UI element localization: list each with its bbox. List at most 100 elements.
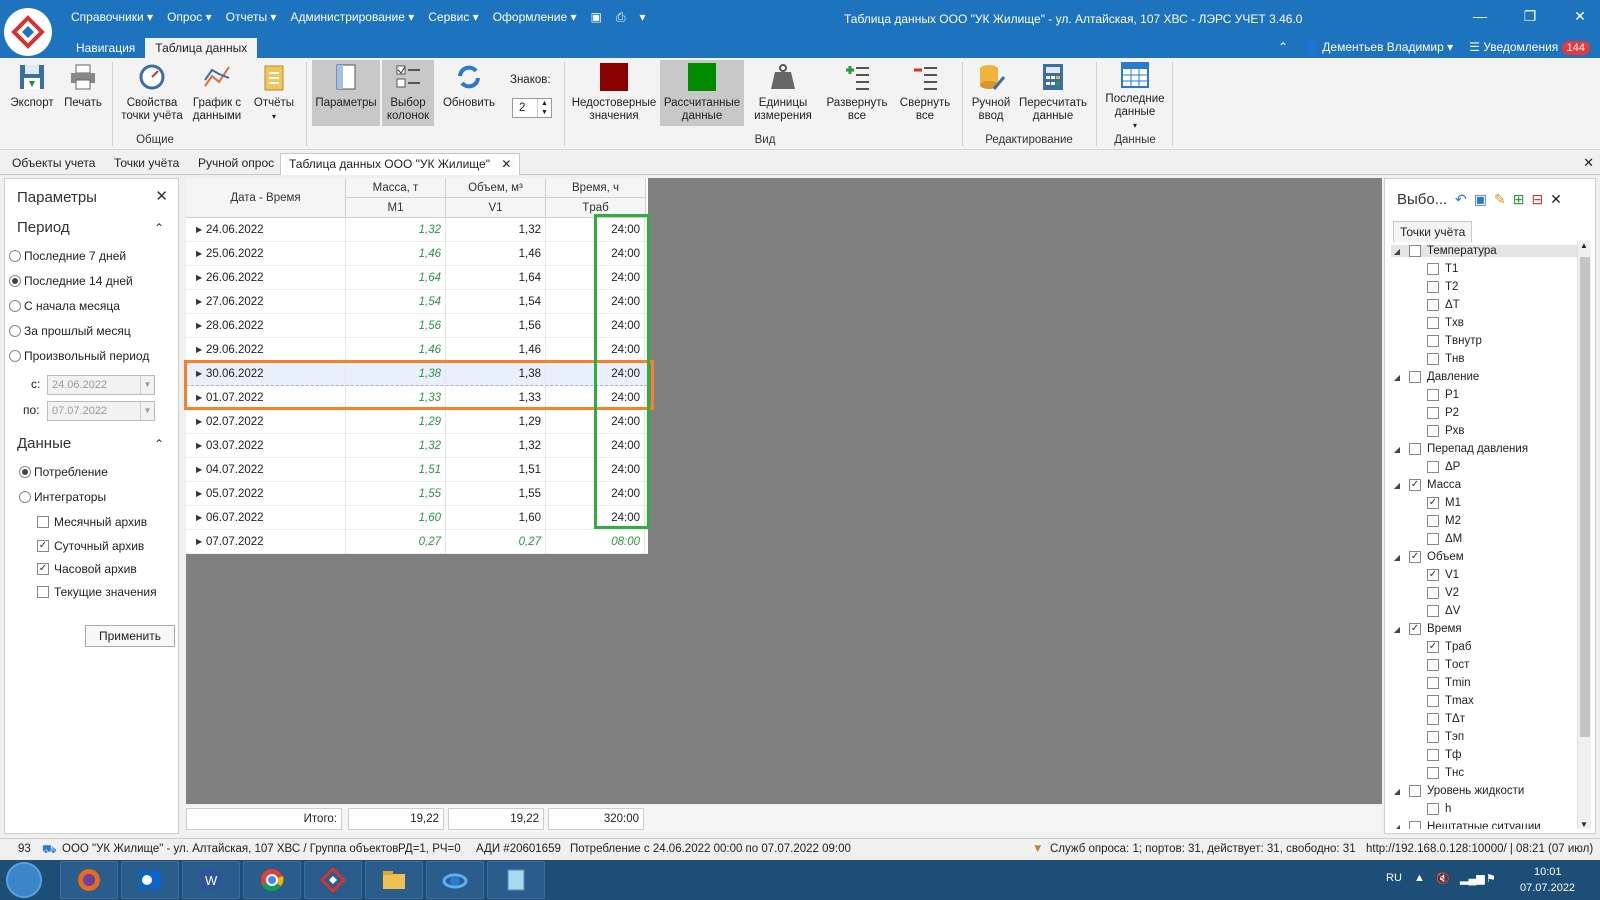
v1-cell[interactable]: 1,64: [446, 266, 546, 290]
checkbox-checked-icon[interactable]: ✓: [1427, 569, 1439, 581]
tree-item[interactable]: ✓ V1: [1427, 569, 1459, 581]
tree-group[interactable]: ◢ Нештатные ситуации: [1391, 821, 1541, 829]
table-row[interactable]: ▶ 24.06.2022 1,32 1,32 24:00: [186, 218, 648, 242]
expand-row-icon[interactable]: ▶: [196, 458, 202, 482]
tree-item[interactable]: ✓ Tраб: [1427, 641, 1471, 653]
tree-item[interactable]: Tэп: [1427, 731, 1464, 743]
recalculate-button[interactable]: Пересчитать данные: [1018, 60, 1088, 126]
tree-group[interactable]: ◢ ✓ Объем: [1391, 551, 1464, 563]
checkbox-icon[interactable]: [1427, 281, 1439, 293]
tree-item[interactable]: Tнс: [1427, 767, 1464, 779]
tab-navigation[interactable]: Навигация: [66, 38, 145, 58]
app-logo-icon[interactable]: [4, 8, 52, 56]
archive-checkbox[interactable]: ✓ Суточный архив: [37, 539, 144, 553]
tree-item[interactable]: h: [1427, 803, 1451, 815]
tree-item[interactable]: Pхв: [1427, 425, 1465, 437]
tree-item[interactable]: ΔT: [1427, 299, 1460, 311]
m1-cell[interactable]: 1,46: [346, 338, 446, 362]
outlook-icon[interactable]: [121, 861, 179, 899]
undo-icon[interactable]: ↶: [1455, 191, 1467, 208]
table-row[interactable]: ▶ 27.06.2022 1,54 1,54 24:00: [186, 290, 648, 314]
tree-expand-icon[interactable]: ◢: [1391, 373, 1403, 382]
tray-expand-icon[interactable]: ▲: [1414, 872, 1425, 884]
firefox-icon[interactable]: [60, 861, 118, 899]
tree-expand-icon[interactable]: ◢: [1391, 247, 1403, 256]
digits-spinner[interactable]: 2 ▲ ▼: [512, 98, 552, 118]
tree-group[interactable]: ◢ ✓ Время: [1391, 623, 1462, 635]
checkbox-icon[interactable]: [1427, 353, 1439, 365]
network-icon[interactable]: ▂▄▆: [1460, 872, 1485, 885]
m1-cell[interactable]: 1,56: [346, 314, 446, 338]
tree-group[interactable]: ◢ Уровень жидкости: [1391, 785, 1524, 797]
tree-scrollbar[interactable]: ▲ ▼: [1577, 241, 1591, 829]
collapse-ribbon-icon[interactable]: ⌃: [1278, 40, 1288, 54]
quick-access-dropdown-icon[interactable]: ▾: [633, 10, 653, 25]
m1-cell[interactable]: 1,51: [346, 458, 446, 482]
lers-app-icon[interactable]: [304, 861, 362, 899]
tree-item[interactable]: TΔт: [1427, 713, 1465, 725]
tab-objects[interactable]: Объекты учета: [12, 156, 95, 170]
m1-cell[interactable]: 1,32: [346, 434, 446, 458]
table-row[interactable]: ▶ 05.07.2022 1,55 1,55 24:00: [186, 482, 648, 506]
table-row[interactable]: ▶ 02.07.2022 1,29 1,29 24:00: [186, 410, 648, 434]
table-row[interactable]: ▶ 29.06.2022 1,46 1,46 24:00: [186, 338, 648, 362]
v1-cell[interactable]: 1,56: [446, 314, 546, 338]
archive-checkbox[interactable]: Текущие значения: [37, 585, 157, 599]
tree-expand-icon[interactable]: ◢: [1391, 445, 1403, 454]
m1-cell[interactable]: 1,55: [346, 482, 446, 506]
expand-row-icon[interactable]: ▶: [196, 218, 202, 242]
close-tab-icon[interactable]: ✕: [501, 157, 511, 171]
checkbox-icon[interactable]: [1427, 515, 1439, 527]
period-option[interactable]: За прошлый месяц: [9, 324, 131, 338]
header-volume[interactable]: Объем, м³: [446, 178, 546, 198]
menu-reports[interactable]: Отчеты ▾: [219, 10, 284, 25]
expand-row-icon[interactable]: ▶: [196, 266, 202, 290]
tree-group[interactable]: ◢ ✓ Масса: [1391, 479, 1461, 491]
checkbox-checked-icon[interactable]: ✓: [1409, 551, 1421, 563]
clock-date[interactable]: 07.07.2022: [1520, 882, 1575, 894]
checkbox-icon[interactable]: [1427, 677, 1439, 689]
from-date-field[interactable]: 24.06.2022 ▼: [47, 375, 155, 395]
expand-row-icon[interactable]: ▶: [196, 530, 202, 554]
volume-muted-icon[interactable]: 🔇: [1436, 872, 1450, 885]
checkbox-icon[interactable]: [1427, 299, 1439, 311]
checkbox-icon[interactable]: [1427, 713, 1439, 725]
save-icon[interactable]: ▣: [1474, 191, 1487, 208]
quick-print-icon[interactable]: ⎙: [609, 10, 633, 25]
checkbox-icon[interactable]: [1409, 785, 1421, 797]
close-parameters-icon[interactable]: ✕: [155, 187, 168, 205]
close-window-icon[interactable]: ✕: [1565, 8, 1595, 25]
m1-cell[interactable]: 1,29: [346, 410, 446, 434]
chevron-up-icon[interactable]: ⌃: [154, 221, 164, 235]
tree-item[interactable]: Tвнутр: [1427, 335, 1482, 347]
scroll-up-icon[interactable]: ▲: [1580, 241, 1588, 250]
remove-item-icon[interactable]: ⊟: [1531, 191, 1543, 208]
checkbox-icon[interactable]: [1409, 821, 1421, 829]
tree-item[interactable]: Tхв: [1427, 317, 1464, 329]
manual-input-button[interactable]: Ручной ввод: [966, 60, 1016, 126]
notepad-icon[interactable]: [487, 861, 545, 899]
tree-item[interactable]: Tmin: [1427, 677, 1471, 689]
tab-metering-points[interactable]: Точки учёта: [1393, 221, 1473, 242]
close-selection-icon[interactable]: ✕: [1550, 191, 1562, 208]
chrome-icon[interactable]: [243, 861, 301, 899]
m1-cell[interactable]: 0,27: [346, 530, 446, 554]
checkbox-icon[interactable]: [1427, 407, 1439, 419]
spinner-arrows-icon[interactable]: ▲ ▼: [537, 99, 551, 117]
checkbox-icon[interactable]: [1427, 533, 1439, 545]
checkbox-icon[interactable]: [1427, 803, 1439, 815]
language-indicator[interactable]: RU: [1386, 872, 1402, 884]
checkbox-icon[interactable]: [1427, 389, 1439, 401]
chevron-up-icon[interactable]: ⌃: [154, 437, 164, 451]
export-button[interactable]: Экспорт: [6, 60, 58, 126]
close-all-tabs-icon[interactable]: ✕: [1583, 155, 1594, 171]
expand-row-icon[interactable]: ▶: [196, 482, 202, 506]
header-v1[interactable]: V1: [446, 198, 546, 218]
v1-cell[interactable]: 1,32: [446, 434, 546, 458]
parameters-button[interactable]: Параметры: [312, 60, 380, 126]
archive-checkbox[interactable]: ✓ Часовой архив: [37, 562, 137, 576]
checkbox-icon[interactable]: [1427, 659, 1439, 671]
checkbox-icon[interactable]: [1427, 263, 1439, 275]
expand-row-icon[interactable]: ▶: [196, 338, 202, 362]
checkbox-icon[interactable]: [1409, 371, 1421, 383]
